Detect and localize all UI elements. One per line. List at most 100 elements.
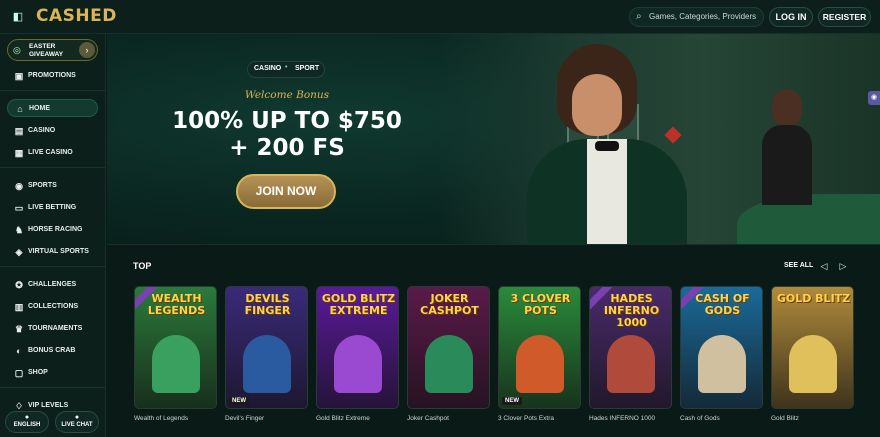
- live-chat-button[interactable]: ● LIVE CHAT: [55, 411, 99, 433]
- man-shirt-art: [587, 139, 627, 244]
- game-name[interactable]: Devil's Finger: [225, 415, 264, 422]
- game-character-art: [334, 335, 382, 393]
- ball-icon: ◉: [15, 181, 23, 191]
- sidebar-item-promotions[interactable]: ▣ PROMOTIONS: [7, 67, 98, 85]
- sidebar-item-tournaments[interactable]: ♛ TOURNAMENTS: [7, 320, 98, 338]
- tab-separator-icon: •: [285, 64, 288, 71]
- divider: [0, 387, 106, 388]
- register-button[interactable]: REGISTER: [818, 7, 871, 27]
- section-title: TOP: [133, 261, 152, 271]
- easter-giveaway-button[interactable]: ◎ EASTER GIVEAWAY ›: [7, 39, 98, 61]
- promo-banner: CASINO • SPORT Welcome Bonus 100% UP TO …: [107, 34, 880, 245]
- join-now-button[interactable]: JOIN NOW: [236, 174, 336, 209]
- sidebar-item-challenges[interactable]: ✪ CHALLENGES: [7, 276, 98, 294]
- game-character-art: [607, 335, 655, 393]
- sidebar-item-live-betting[interactable]: ▭ LIVE BETTING: [7, 199, 98, 217]
- bow-tie-art: [595, 141, 619, 151]
- chat-side-tab-icon[interactable]: ◉: [868, 91, 880, 105]
- sidebar-item-label: SPORTS: [28, 182, 57, 189]
- new-badge: NEW: [502, 397, 522, 405]
- sidebar-item-virtual-sports[interactable]: ◈ VIRTUAL SPORTS: [7, 243, 98, 261]
- crab-icon: ◐: [16, 346, 22, 356]
- bonus-headline: 100% UP TO $750 + 200 FS: [152, 108, 422, 162]
- search-icon: ⌕: [636, 11, 642, 22]
- man-art: [527, 44, 687, 244]
- sidebar-item-label: TOURNAMENTS: [28, 325, 83, 332]
- game-art-title: GOLD BLITZ EXTREME: [321, 292, 396, 317]
- chevron-left-icon[interactable]: ◁: [818, 260, 830, 272]
- banner-artwork: [437, 34, 880, 244]
- woman-art: [757, 89, 817, 239]
- gift-icon: ▣: [14, 71, 24, 81]
- woman-head-art: [772, 89, 802, 127]
- search-input[interactable]: ⌕ Games, Categories, Providers: [629, 7, 764, 27]
- live-chat-label: LIVE CHAT: [61, 422, 93, 428]
- logo[interactable]: CASHED: [36, 6, 117, 26]
- sidebar-item-label: HORSE RACING: [28, 226, 83, 233]
- sidebar-item-home[interactable]: ⌂ HOME: [7, 99, 98, 117]
- game-name[interactable]: Hades INFERNO 1000: [589, 415, 655, 422]
- divider: [0, 266, 106, 267]
- game-name[interactable]: Cash of Gods: [680, 415, 720, 422]
- game-art-title: HADES INFERNO 1000: [603, 292, 660, 329]
- sidebar-item-label: SHOP: [28, 369, 48, 376]
- welcome-bonus-label: Welcome Bonus: [244, 89, 330, 101]
- divider: [0, 167, 106, 168]
- game-name[interactable]: Gold Blitz: [771, 415, 799, 422]
- game-art-title: JOKER CASHPOT: [420, 292, 479, 317]
- new-badge: NEW: [229, 397, 249, 405]
- sidebar-item-label: PROMOTIONS: [28, 72, 76, 79]
- shop-icon: ▢: [14, 368, 24, 378]
- chevron-right-icon[interactable]: ▷: [837, 260, 849, 272]
- sidebar-item-bonus-crab[interactable]: ◐ BONUS CRAB: [7, 342, 98, 360]
- sidebar-item-label: CASINO: [28, 127, 56, 134]
- game-character-art: [698, 335, 746, 393]
- game-card[interactable]: CASH OF GODS: [680, 286, 763, 409]
- game-card[interactable]: GOLD BLITZ: [771, 286, 854, 409]
- game-card[interactable]: DEVILS FINGER NEW: [225, 286, 308, 409]
- sidebar-item-label: LIVE CASINO: [28, 149, 73, 156]
- sidebar-item-horse-racing[interactable]: ♞ HORSE RACING: [7, 221, 98, 239]
- game-card[interactable]: WEALTH LEGENDS: [134, 286, 217, 409]
- sidebar-item-sports[interactable]: ◉ SPORTS: [7, 177, 98, 195]
- game-character-art: [152, 335, 200, 393]
- game-name[interactable]: Gold Blitz Extreme: [316, 415, 370, 422]
- game-art-title: GOLD BLITZ: [776, 292, 851, 305]
- sidebar-item-label: CHALLENGES: [28, 281, 77, 288]
- sidebar-item-collections[interactable]: ▥ COLLECTIONS: [7, 298, 98, 316]
- game-card[interactable]: 3 CLOVER POTS NEW: [498, 286, 581, 409]
- sidebar-item-label: LIVE BETTING: [28, 204, 77, 211]
- woman-body-art: [762, 125, 812, 205]
- game-card[interactable]: JOKER CASHPOT: [407, 286, 490, 409]
- see-all-link[interactable]: SEE ALL: [784, 262, 813, 269]
- globe-icon: ●: [24, 414, 30, 421]
- banner-tabs: CASINO • SPORT: [247, 61, 325, 78]
- game-name[interactable]: 3 Clover Pots Extra: [498, 415, 554, 422]
- egg-icon: ◎: [13, 45, 21, 55]
- game-card[interactable]: GOLD BLITZ EXTREME: [316, 286, 399, 409]
- game-name[interactable]: Joker Cashpot: [407, 415, 449, 422]
- headline-line-2: + 200 FS: [229, 135, 345, 161]
- chevron-right-icon: ›: [79, 42, 95, 58]
- game-card[interactable]: HADES INFERNO 1000: [589, 286, 672, 409]
- search-placeholder: Games, Categories, Providers: [649, 12, 757, 21]
- sidebar-toggle-icon[interactable]: ◧: [8, 8, 28, 26]
- game-character-art: [516, 335, 564, 393]
- chat-icon: ●: [74, 414, 80, 421]
- login-button[interactable]: LOG IN: [769, 7, 813, 27]
- divider: [0, 90, 106, 91]
- sidebar-item-label: HOME: [29, 105, 50, 112]
- sidebar-item-casino[interactable]: ▤ CASINO: [7, 122, 98, 140]
- game-art-title: DEVILS FINGER: [244, 292, 291, 317]
- tab-casino[interactable]: CASINO: [254, 65, 281, 72]
- tab-sport[interactable]: SPORT: [295, 65, 319, 72]
- game-art-title: 3 CLOVER POTS: [510, 292, 571, 317]
- game-name[interactable]: Wealth of Legends: [134, 415, 188, 422]
- sidebar-item-label: VIP LEVELS: [28, 402, 69, 409]
- horse-icon: ♞: [14, 225, 24, 235]
- language-button[interactable]: ● ENGLISH: [5, 411, 49, 433]
- sidebar-item-shop[interactable]: ▢ SHOP: [7, 364, 98, 382]
- game-character-art: [789, 335, 837, 393]
- sidebar-item-live-casino[interactable]: ▦ LIVE CASINO: [7, 144, 98, 162]
- page: ◧ CASHED ⌕ Games, Categories, Providers …: [0, 0, 880, 437]
